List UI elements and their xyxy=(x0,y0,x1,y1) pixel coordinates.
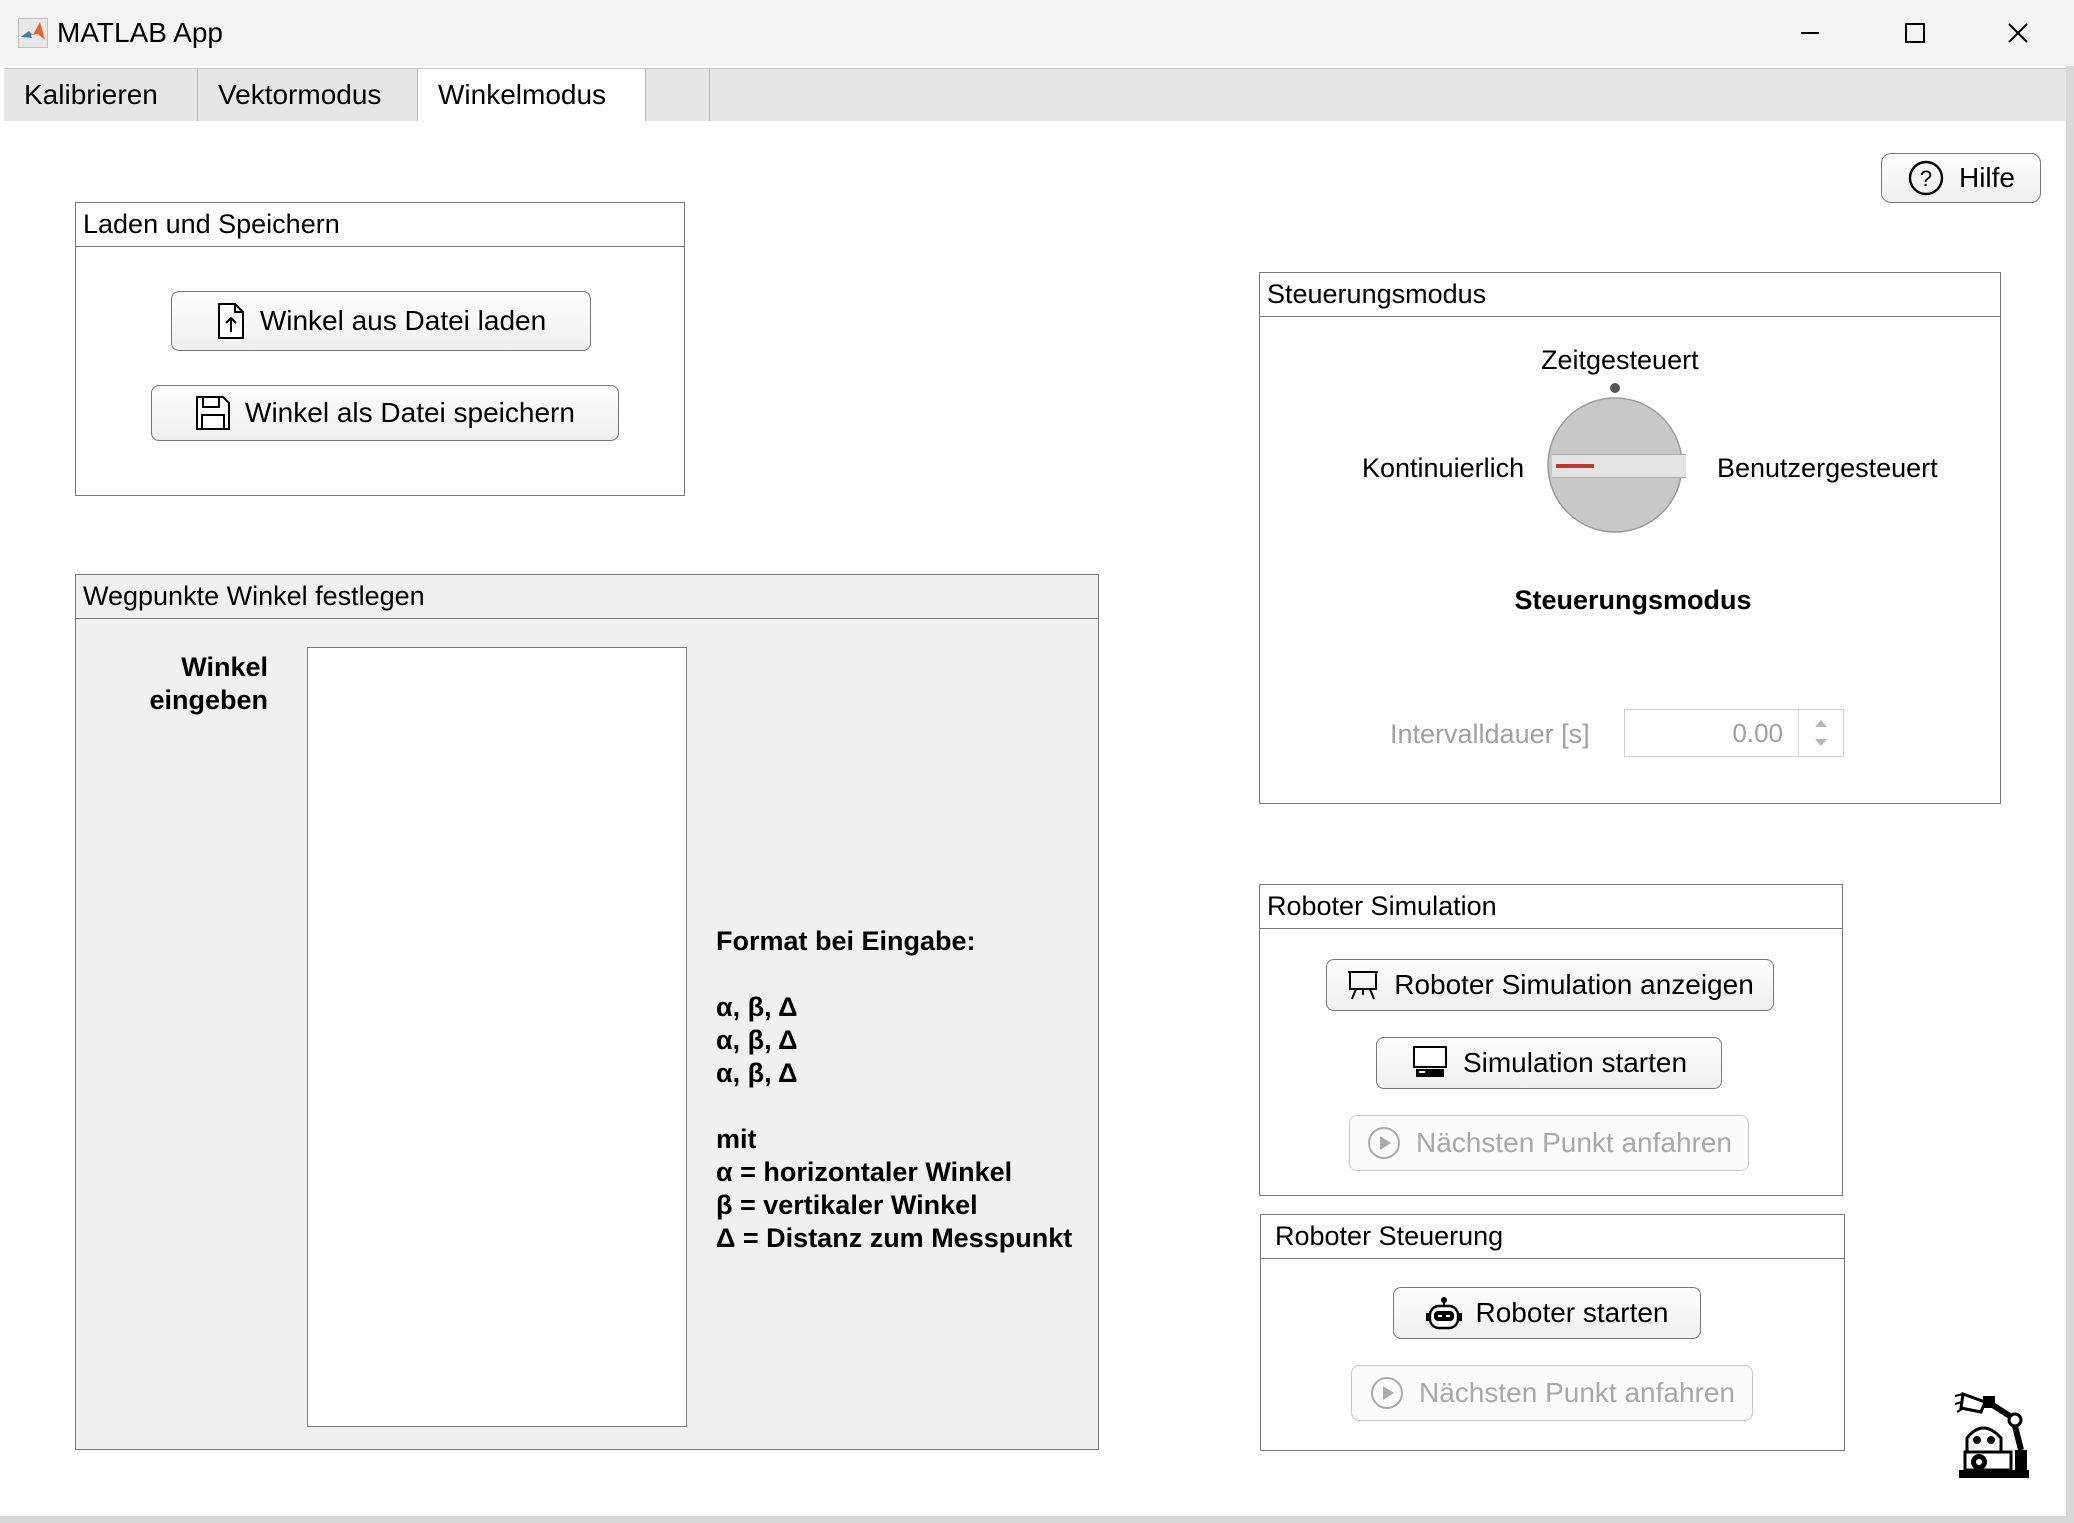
interval-label: Intervalldauer [s] xyxy=(1390,719,1590,749)
tab-empty xyxy=(646,69,710,121)
play-circle-icon xyxy=(1371,1377,1403,1409)
tab-winkelmodus[interactable]: Winkelmodus xyxy=(418,69,646,123)
control-mode-panel: Steuerungsmodus Zeitgesteuert Kontinuier… xyxy=(1259,272,2001,804)
format-line: α, β, Δ xyxy=(716,992,798,1022)
tab-vektormodus[interactable]: Vektormodus xyxy=(198,69,418,121)
robot-head-icon xyxy=(1425,1297,1462,1330)
title-bar: MATLAB App xyxy=(0,0,2074,66)
sim-next-point-button[interactable]: Nächsten Punkt anfahren xyxy=(1349,1115,1749,1171)
format-legend-beta: β = vertikaler Winkel xyxy=(716,1190,978,1220)
interval-value: 0.00 xyxy=(1732,718,1783,748)
robot-next-point-label: Nächsten Punkt anfahren xyxy=(1419,1377,1735,1408)
computer-icon xyxy=(1412,1046,1447,1077)
robot-simulation-panel: Roboter Simulation Roboter Simulation an… xyxy=(1259,884,1843,1196)
knob-option-benutzergesteuert[interactable]: Benutzergesteuert xyxy=(1717,453,1938,484)
play-circle-icon xyxy=(1368,1127,1400,1159)
format-line: α, β, Δ xyxy=(716,1025,798,1055)
robot-control-title: Roboter Steuerung xyxy=(1261,1215,1844,1259)
robot-next-point-button[interactable]: Nächsten Punkt anfahren xyxy=(1351,1365,1753,1421)
load-save-panel: Laden und Speichern Winkel aus Datei lad… xyxy=(75,202,685,496)
format-heading: Format bei Eingabe: xyxy=(716,926,976,956)
chevron-up-icon[interactable] xyxy=(1813,718,1829,728)
start-robot-button[interactable]: Roboter starten xyxy=(1393,1287,1701,1339)
save-angles-label: Winkel als Datei speichern xyxy=(245,397,575,428)
angle-input-label-line2: eingeben xyxy=(149,685,268,715)
robot-arm-logo-icon xyxy=(1955,1391,2029,1478)
show-simulation-button[interactable]: Roboter Simulation anzeigen xyxy=(1326,959,1774,1011)
sim-next-point-label: Nächsten Punkt anfahren xyxy=(1416,1127,1732,1158)
knob-option-kontinuierlich[interactable]: Kontinuierlich xyxy=(1362,453,1524,484)
chevron-down-icon[interactable] xyxy=(1813,738,1829,748)
interval-spinner[interactable]: 0.00 xyxy=(1624,709,1844,757)
minimize-button[interactable] xyxy=(1780,12,1840,54)
maximize-icon xyxy=(1905,23,1925,43)
start-robot-label: Roboter starten xyxy=(1475,1297,1669,1328)
show-simulation-label: Roboter Simulation anzeigen xyxy=(1394,969,1754,1000)
svg-text:?: ? xyxy=(1920,166,1932,191)
robot-simulation-title: Roboter Simulation xyxy=(1260,885,1842,929)
window-title: MATLAB App xyxy=(57,17,224,48)
tab-bar: Kalibrieren Vektormodus Winkelmodus xyxy=(4,68,2070,123)
close-window-button[interactable] xyxy=(1988,12,2048,54)
load-angles-button[interactable]: Winkel aus Datei laden xyxy=(171,291,591,351)
knob-option-zeitgesteuert[interactable]: Zeitgesteuert xyxy=(1541,345,1699,376)
control-mode-title: Steuerungsmodus xyxy=(1260,273,2000,317)
matlab-logo-icon xyxy=(18,18,48,48)
tab-kalibrieren[interactable]: Kalibrieren xyxy=(4,69,198,121)
robot-control-panel: Roboter Steuerung Roboter starten Nächst… xyxy=(1260,1214,1845,1451)
format-legend-delta: Δ = Distanz zum Messpunkt xyxy=(716,1223,1073,1253)
format-line: α, β, Δ xyxy=(716,1058,798,1088)
mode-knob[interactable] xyxy=(1530,373,1700,533)
knob-pointer xyxy=(1552,454,1686,478)
help-button[interactable]: ? Hilfe xyxy=(1881,153,2041,203)
format-mit: mit xyxy=(716,1124,757,1154)
format-legend-alpha: α = horizontaler Winkel xyxy=(716,1157,1013,1187)
start-simulation-button[interactable]: Simulation starten xyxy=(1376,1037,1722,1089)
angle-input-label: Winkel eingeben xyxy=(149,651,268,717)
presentation-board-icon xyxy=(1348,971,1379,1000)
minimize-icon xyxy=(1801,32,1819,34)
maximize-button[interactable] xyxy=(1884,12,1944,54)
window-border-bottom xyxy=(0,1516,2074,1523)
start-simulation-label: Simulation starten xyxy=(1462,1047,1688,1078)
file-upload-icon xyxy=(217,303,244,339)
window-border xyxy=(2066,66,2074,1523)
spinner-arrows[interactable] xyxy=(1798,710,1843,756)
angle-input-textarea[interactable] xyxy=(307,647,687,1427)
waypoints-panel: Wegpunkte Winkel festlegen Winkel eingeb… xyxy=(75,574,1099,1450)
format-help-text: Format bei Eingabe: α, β, Δ α, β, Δ α, β… xyxy=(716,925,1072,1255)
load-angles-label: Winkel aus Datei laden xyxy=(259,305,547,336)
load-save-title: Laden und Speichern xyxy=(76,203,684,247)
knob-tick-zeitgesteuert xyxy=(1610,383,1620,393)
save-angles-button[interactable]: Winkel als Datei speichern xyxy=(151,385,619,441)
floppy-disk-icon xyxy=(196,396,231,430)
close-icon xyxy=(2008,23,2028,43)
question-circle-icon: ? xyxy=(1908,160,1944,196)
help-label: Hilfe xyxy=(1958,162,2015,193)
knob-label: Steuerungsmodus xyxy=(1514,585,1752,615)
knob-pointer-indicator xyxy=(1556,464,1594,468)
angle-input-label-line1: Winkel xyxy=(181,652,268,682)
waypoints-title: Wegpunkte Winkel festlegen xyxy=(76,575,1098,619)
